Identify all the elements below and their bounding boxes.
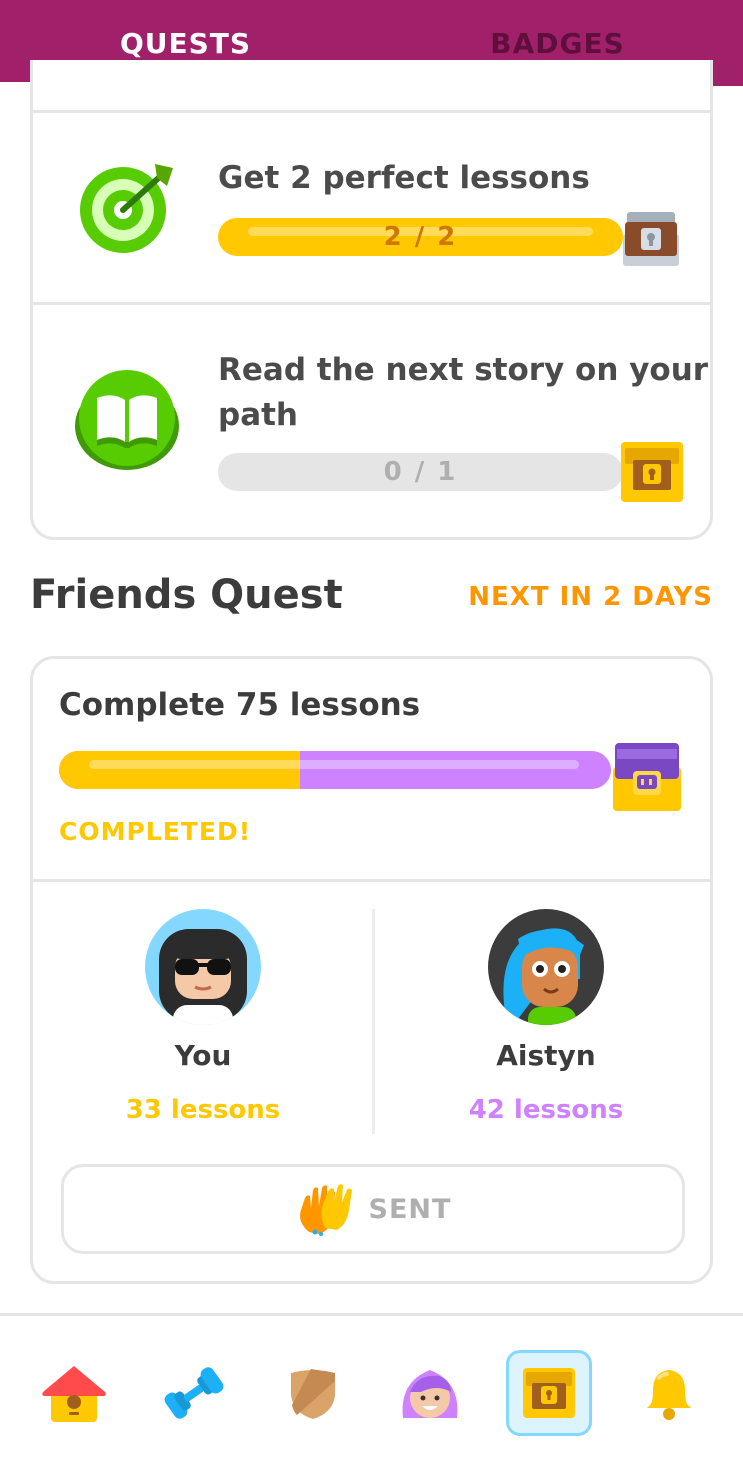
participants-divider [372,909,375,1134]
quest-progress-bar: 0 / 1 [218,453,623,491]
high-five-hands-icon [299,1184,352,1236]
chest-purple-icon [613,743,681,811]
chest-gold-icon [621,442,683,502]
quest-title-line-2: path [218,397,298,433]
participant-name: You [174,1039,232,1072]
notifications-bell-icon [647,1370,691,1420]
nav-practice[interactable] [151,1350,237,1436]
book-icon [75,370,179,470]
quest-divider [33,302,710,305]
quest-progress-text: 0 / 1 [383,457,458,487]
home-icon [42,1366,106,1422]
profile-avatar-icon [402,1370,458,1418]
quest-progress-text: 2 / 2 [383,222,458,252]
quest-title-line-1: Read the next story on your [218,352,709,388]
avatar [145,909,261,1025]
daily-quests-card: Get 2 perfect lessons 2 / 2 Read the nex… [30,60,713,540]
friends-quest-heading: Friends Quest [30,572,343,618]
league-shield-icon [291,1369,335,1419]
friends-quest-progress-bar [59,751,611,789]
your-progress-segment [59,751,300,789]
friends-quest-next-timer: NEXT IN 2 DAYS [468,582,713,612]
nav-profile[interactable] [387,1350,473,1436]
participant-name: Aistyn [496,1039,596,1072]
card-divider [33,879,710,882]
friends-quest-title: Complete 75 lessons [59,687,421,723]
participant-friend[interactable]: Aistyn 42 lessons [396,909,696,1139]
participant-lesson-count: 42 lessons [468,1095,624,1125]
nav-leagues[interactable] [270,1350,356,1436]
quest-progress-bar: 2 / 2 [218,218,623,256]
practice-dumbbell-icon [164,1367,224,1419]
high-five-sent-button[interactable]: SENT [61,1164,685,1254]
participant-you[interactable]: You 33 lessons [53,909,353,1139]
quest-status: COMPLETED! [59,817,252,846]
quest-divider [33,110,710,113]
nav-quests[interactable] [506,1350,592,1436]
quest-title: Get 2 perfect lessons [218,160,590,196]
avatar [488,909,604,1025]
participant-lesson-count: 33 lessons [125,1095,281,1125]
friends-quest-card: Complete 75 lessons COMPLETED! You 33 le… [30,656,713,1284]
chest-opened-icon [623,212,679,266]
nav-home[interactable] [31,1350,117,1436]
nav-notifications[interactable] [626,1350,712,1436]
quests-chest-icon [523,1368,575,1418]
bottom-navigation [0,1313,743,1468]
target-icon [80,164,173,253]
bar-shine [89,760,579,769]
sent-label: SENT [368,1193,452,1225]
